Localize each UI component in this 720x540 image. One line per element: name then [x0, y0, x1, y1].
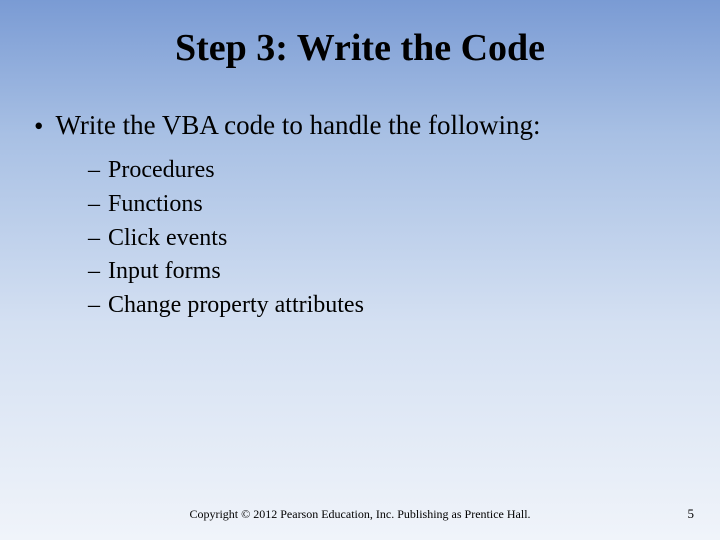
sub-item-text: Procedures — [108, 154, 215, 188]
dash-icon: – — [88, 255, 100, 289]
list-item: – Click events — [88, 222, 700, 256]
dash-icon: – — [88, 154, 100, 188]
sub-list: – Procedures – Functions – Click events … — [34, 154, 700, 322]
list-item: – Functions — [88, 188, 700, 222]
bullet-dot-icon: • — [34, 110, 43, 142]
sub-item-text: Change property attributes — [108, 289, 364, 323]
sub-item-text: Input forms — [108, 255, 221, 289]
page-number: 5 — [688, 506, 695, 522]
main-bullet-text: Write the VBA code to handle the followi… — [55, 110, 540, 141]
list-item: – Change property attributes — [88, 289, 700, 323]
list-item: – Input forms — [88, 255, 700, 289]
list-item: – Procedures — [88, 154, 700, 188]
slide-content: • Write the VBA code to handle the follo… — [0, 110, 720, 322]
main-bullet: • Write the VBA code to handle the follo… — [34, 110, 700, 142]
slide-title: Step 3: Write the Code — [0, 0, 720, 110]
dash-icon: – — [88, 188, 100, 222]
sub-item-text: Functions — [108, 188, 203, 222]
dash-icon: – — [88, 222, 100, 256]
dash-icon: – — [88, 289, 100, 323]
sub-item-text: Click events — [108, 222, 227, 256]
copyright-footer: Copyright © 2012 Pearson Education, Inc.… — [0, 507, 720, 522]
